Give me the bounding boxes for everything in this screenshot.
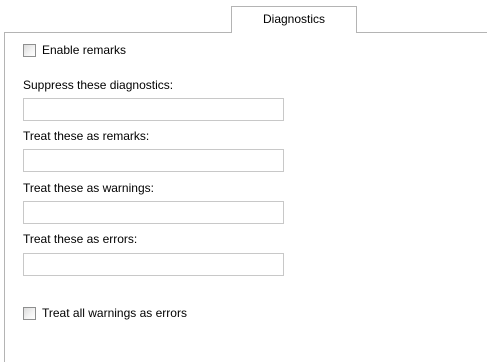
tab-diagnostics-label: Diagnostics [262,12,326,26]
suppress-diagnostics-label: Suppress these diagnostics: [23,78,174,92]
enable-remarks-checkbox-row[interactable]: Enable remarks [23,43,126,57]
treat-as-remarks-label: Treat these as remarks: [23,129,150,143]
diagnostics-options-page: Diagnostics Enable remarks Suppress thes… [0,0,487,362]
treat-as-warnings-input[interactable] [23,201,284,224]
suppress-diagnostics-input[interactable] [23,98,284,121]
treat-as-errors-input[interactable] [23,253,284,276]
treat-warnings-as-errors-checkbox-row[interactable]: Treat all warnings as errors [23,306,187,320]
treat-as-warnings-label: Treat these as warnings: [23,181,154,195]
treat-as-errors-label: Treat these as errors: [23,232,138,246]
treat-as-remarks-input[interactable] [23,149,284,172]
tab-diagnostics[interactable]: Diagnostics [231,6,357,33]
treat-warnings-as-errors-label: Treat all warnings as errors [42,306,187,320]
enable-remarks-checkbox[interactable] [23,43,36,57]
treat-warnings-as-errors-checkbox[interactable] [23,306,36,320]
enable-remarks-label: Enable remarks [42,43,127,57]
